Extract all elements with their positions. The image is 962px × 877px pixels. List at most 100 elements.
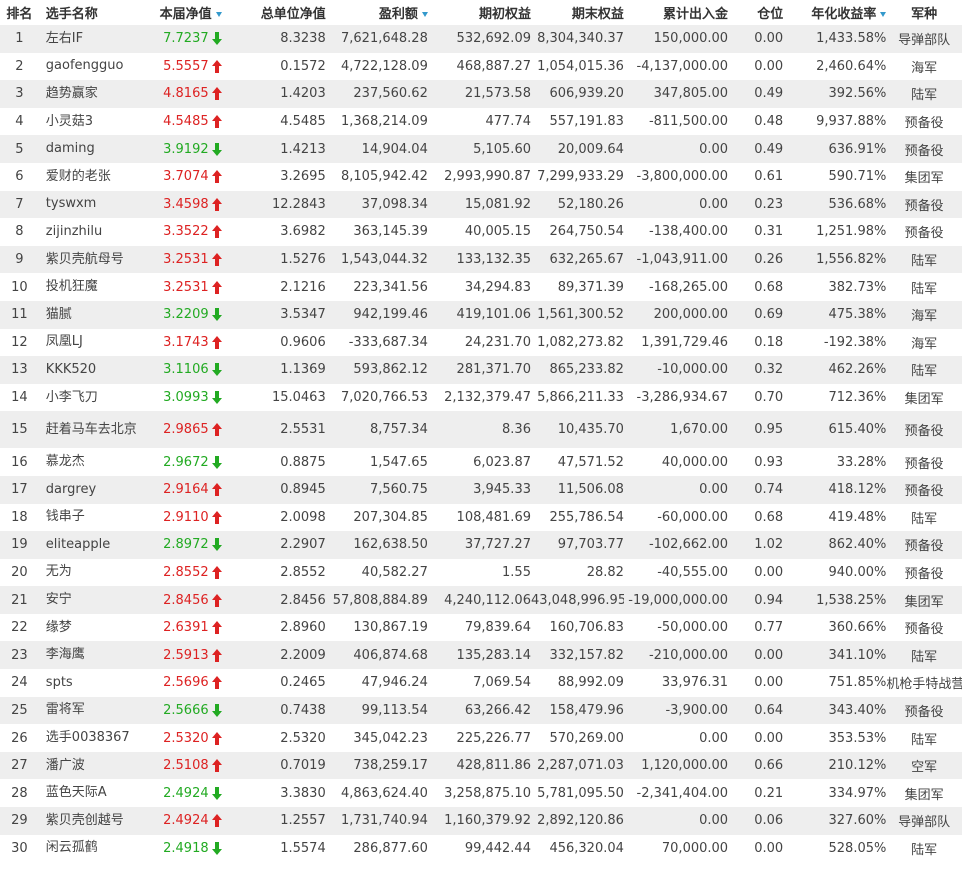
table-row[interactable]: 7 tyswxm 3.4598 12.2843 37,098.34 15,081.92 52… (0, 190, 962, 219)
player-name-link[interactable]: zijinzhilu (46, 224, 146, 240)
header-position[interactable]: 仓位 (728, 0, 784, 25)
table-row[interactable]: 4 小灵菇3 4.5485 4.5485 1,368,214.09 477.74 557,1… (0, 107, 962, 136)
player-name-link[interactable]: 雷将军 (46, 702, 146, 718)
table-row[interactable]: 9 紫贝壳航母号 3.2531 1.5276 1,543,044.32 133,132.3… (0, 245, 962, 274)
player-name-link[interactable]: 左右IF (46, 31, 146, 47)
table-row[interactable]: 11 猫腻 3.2209 3.5347 942,199.46 419,101.06 1,56… (0, 300, 962, 329)
player-name-cell[interactable]: 安宁 (39, 586, 152, 614)
table-row[interactable]: 8 zijinzhilu 3.3522 3.6982 363,145.39 40,005.… (0, 218, 962, 246)
player-name-link[interactable]: 趋势赢家 (46, 86, 146, 102)
player-name-link[interactable]: tyswxm (46, 196, 146, 212)
player-name-link[interactable]: 小李飞刀 (46, 390, 146, 406)
table-row[interactable]: 21 安宁 2.8456 2.8456 57,808,884.89 4,240,112.0… (0, 586, 962, 614)
player-name-link[interactable]: 选手0038367 (46, 730, 146, 746)
player-name-cell[interactable]: 无为 (39, 559, 152, 587)
player-name-cell[interactable]: 投机狂魔 (39, 273, 152, 301)
player-name-link[interactable]: dargrey (46, 482, 146, 498)
table-row[interactable]: 13 KKK520 3.1106 1.1369 593,862.12 281,371.70… (0, 356, 962, 384)
player-name-link[interactable]: 缘梦 (46, 620, 146, 636)
player-name-cell[interactable]: zijinzhilu (39, 218, 152, 246)
table-row[interactable]: 19 eliteapple 2.8972 2.2907 162,638.50 37,727… (0, 531, 962, 559)
player-name-link[interactable]: 紫贝壳航母号 (46, 252, 146, 268)
table-row[interactable]: 6 爱财的老张 3.7074 3.2695 8,105,942.42 2,993,990.… (0, 162, 962, 191)
table-row[interactable]: 28 蓝色天际A 2.4924 3.3830 4,863,624.40 3,258,875… (0, 779, 962, 808)
player-name-link[interactable]: 小灵菇3 (46, 114, 146, 130)
player-name-cell[interactable]: 蓝色天际A (39, 779, 152, 807)
header-profit[interactable]: 盈利额 (325, 0, 428, 25)
table-row[interactable]: 5 daming 3.9192 1.4213 14,904.04 5,105.60 20,0… (0, 135, 962, 163)
player-name-cell[interactable]: eliteapple (39, 531, 152, 559)
player-name-link[interactable]: 爱财的老张 (46, 169, 146, 185)
sort-desc-icon[interactable] (880, 12, 887, 17)
player-name-cell[interactable]: 紫贝壳创越号 (39, 807, 152, 835)
player-name-cell[interactable]: spts (39, 669, 152, 697)
player-name-link[interactable]: 蓝色天际A (46, 785, 146, 801)
player-name-cell[interactable]: 猫腻 (39, 301, 152, 329)
table-row[interactable]: 22 缘梦 2.6391 2.8960 130,867.19 79,839.64 160,7… (0, 613, 962, 642)
table-row[interactable]: 17 dargrey 2.9164 0.8945 7,560.75 3,945.33 11,… (0, 475, 962, 504)
table-row[interactable]: 3 趋势赢家 4.8165 1.4203 237,560.62 21,573.58 606,… (0, 80, 962, 108)
player-name-link[interactable]: 安宁 (46, 592, 146, 608)
player-name-link[interactable]: spts (46, 675, 146, 691)
table-row[interactable]: 12 凤凰LJ 3.1743 0.9606 -333,687.34 24,231.70 1,… (0, 328, 962, 357)
table-row[interactable]: 20 无为 2.8552 2.8552 40,582.27 1.55 28.82 -40,55… (0, 558, 962, 587)
player-name-cell[interactable]: 闲云孤鹤 (39, 835, 152, 863)
table-row[interactable]: 10 投机狂魔 3.2531 2.1216 223,341.56 34,294.83 89,… (0, 273, 962, 301)
player-name-cell[interactable]: 爱财的老张 (39, 163, 152, 191)
header-army[interactable]: 军种 (886, 0, 962, 25)
player-name-cell[interactable]: daming (39, 135, 152, 163)
sort-desc-icon[interactable] (215, 12, 222, 17)
player-name-cell[interactable]: 潘广波 (39, 752, 152, 780)
player-name-link[interactable]: KKK520 (46, 362, 146, 378)
table-row[interactable]: 2 gaofengguo 5.5557 0.1572 4,722,128.09 468,8… (0, 52, 962, 81)
header-net-inout[interactable]: 累计出入金 (623, 0, 729, 25)
player-name-link[interactable]: 赶着马车去北京 (46, 422, 146, 438)
player-name-link[interactable]: gaofengguo (46, 58, 146, 74)
player-name-link[interactable]: 李海鹰 (46, 647, 146, 663)
table-row[interactable]: 24 spts 2.5696 0.2465 47,946.24 7,069.54 88,99… (0, 669, 962, 697)
player-name-link[interactable]: 钱串子 (46, 509, 146, 525)
table-row[interactable]: 15 赶着马车去北京 2.9865 2.5531 8,757.34 8.36 10,435.… (0, 411, 962, 449)
table-row[interactable]: 14 小李飞刀 3.0993 15.0463 7,020,766.53 2,132,379… (0, 383, 962, 412)
player-name-cell[interactable]: 小灵菇3 (39, 108, 152, 136)
player-name-cell[interactable]: dargrey (39, 476, 152, 504)
player-name-link[interactable]: 紫贝壳创越号 (46, 813, 146, 829)
player-name-link[interactable]: eliteapple (46, 537, 146, 553)
sort-desc-icon[interactable] (421, 12, 428, 17)
table-row[interactable]: 29 紫贝壳创越号 2.4924 1.2557 1,731,740.94 1,160,37… (0, 807, 962, 835)
player-name-cell[interactable]: 李海鹰 (39, 641, 152, 669)
player-name-cell[interactable]: 左右IF (39, 25, 152, 53)
table-row[interactable]: 25 雷将军 2.5666 0.7438 99,113.54 63,266.42 158,4… (0, 696, 962, 725)
table-row[interactable]: 30 闲云孤鹤 2.4918 1.5574 286,877.60 99,442.44 456… (0, 834, 962, 863)
player-name-cell[interactable]: 赶着马车去北京 (39, 411, 152, 448)
player-name-link[interactable]: daming (46, 141, 146, 157)
header-total-nav[interactable]: 总单位净值 (223, 0, 326, 25)
table-row[interactable]: 26 选手0038367 2.5320 2.5320 345,042.23 225,226… (0, 724, 962, 752)
header-nav[interactable]: 本届净值 (152, 0, 224, 25)
table-row[interactable]: 27 潘广波 2.5108 0.7019 738,259.17 428,811.86 2,2… (0, 751, 962, 780)
player-name-cell[interactable]: 选手0038367 (39, 724, 152, 752)
player-name-link[interactable]: 投机狂魔 (46, 279, 146, 295)
player-name-cell[interactable]: 钱串子 (39, 504, 152, 532)
player-name-cell[interactable]: 紫贝壳航母号 (39, 246, 152, 274)
table-row[interactable]: 23 李海鹰 2.5913 2.2009 406,874.68 135,283.14 332… (0, 641, 962, 670)
player-name-cell[interactable]: gaofengguo (39, 53, 152, 81)
player-name-cell[interactable]: 慕龙杰 (39, 448, 152, 476)
table-row[interactable]: 1 左右IF 7.7237 8.3238 7,621,648.28 532,692.09 8… (0, 25, 962, 53)
player-name-link[interactable]: 凤凰LJ (46, 334, 146, 350)
player-name-link[interactable]: 猫腻 (46, 307, 146, 323)
header-name[interactable]: 选手名称 (38, 0, 153, 25)
table-row[interactable]: 18 钱串子 2.9110 2.0098 207,304.85 108,481.69 255… (0, 503, 962, 532)
player-name-cell[interactable]: tyswxm (39, 191, 152, 219)
player-name-cell[interactable]: 凤凰LJ (39, 329, 152, 357)
player-name-link[interactable]: 闲云孤鹤 (46, 840, 146, 856)
player-name-cell[interactable]: 缘梦 (39, 614, 152, 642)
player-name-cell[interactable]: 趋势赢家 (39, 80, 152, 108)
player-name-link[interactable]: 慕龙杰 (46, 454, 146, 470)
header-annual-return[interactable]: 年化收益率 (783, 0, 887, 25)
header-initial-equity[interactable]: 期初权益 (427, 0, 531, 25)
header-final-equity[interactable]: 期末权益 (530, 0, 624, 25)
player-name-link[interactable]: 潘广波 (46, 758, 146, 774)
player-name-cell[interactable]: 小李飞刀 (39, 384, 152, 412)
player-name-cell[interactable]: 雷将军 (39, 697, 152, 725)
